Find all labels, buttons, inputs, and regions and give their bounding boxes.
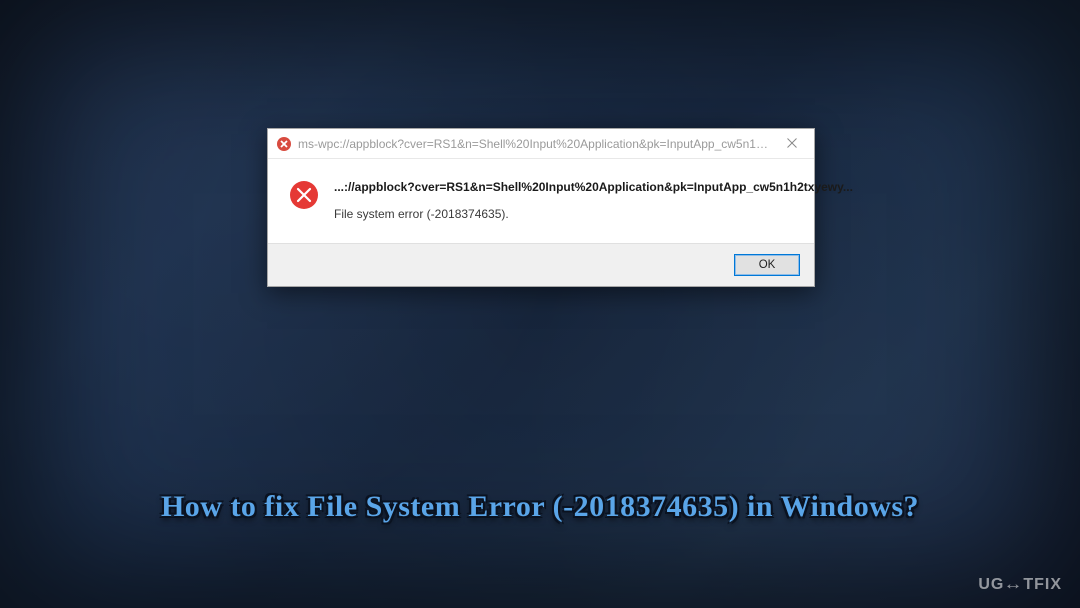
close-icon — [787, 136, 797, 151]
error-dialog: ms-wpc://appblock?cver=RS1&n=Shell%20Inp… — [267, 128, 815, 287]
watermark-suffix: TFIX — [1023, 576, 1062, 594]
dialog-message-path: ...://appblock?cver=RS1&n=Shell%20Input%… — [334, 179, 853, 196]
article-headline: How to fix File System Error (-201837463… — [0, 490, 1080, 524]
dialog-titlebar[interactable]: ms-wpc://appblock?cver=RS1&n=Shell%20Inp… — [268, 129, 814, 159]
dialog-message-error: File system error (-2018374635). — [334, 206, 853, 223]
error-icon — [276, 136, 292, 152]
dialog-body: ...://appblock?cver=RS1&n=Shell%20Input%… — [268, 159, 814, 243]
ok-button[interactable]: OK — [734, 254, 800, 276]
error-icon — [288, 179, 320, 211]
watermark-logo: UG↔TFIX — [978, 576, 1062, 594]
dialog-footer: OK — [268, 243, 814, 286]
dialog-message: ...://appblock?cver=RS1&n=Shell%20Input%… — [334, 177, 853, 223]
close-button[interactable] — [770, 129, 814, 159]
watermark-prefix: UG — [978, 576, 1004, 594]
arrow-icon: ↔ — [1004, 576, 1024, 594]
dialog-title-text: ms-wpc://appblock?cver=RS1&n=Shell%20Inp… — [298, 137, 770, 151]
